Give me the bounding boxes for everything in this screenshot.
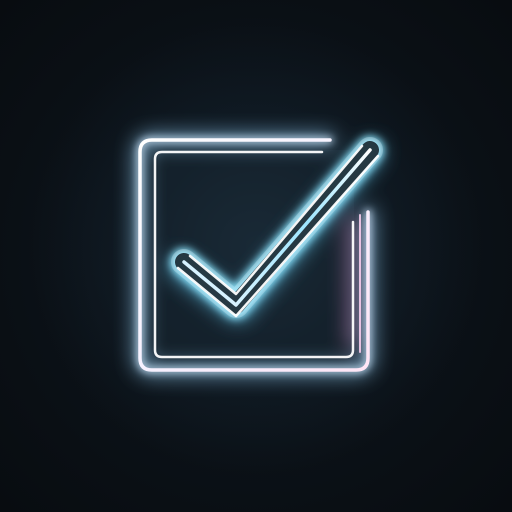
neon-checkbox-scene bbox=[0, 0, 512, 512]
neon-checkbox-icon bbox=[135, 135, 384, 375]
